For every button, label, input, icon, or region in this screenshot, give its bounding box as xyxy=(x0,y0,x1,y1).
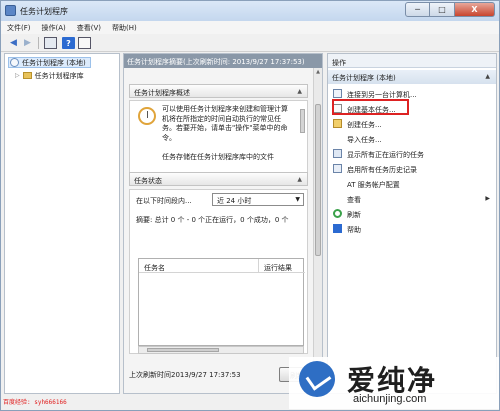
action-label: 导入任务... xyxy=(347,136,382,144)
action-label: 查看 xyxy=(347,196,361,204)
task-summary: 摘要: 总计 0 个 - 0 个正在运行，0 个成功，0 个 xyxy=(136,216,289,224)
clock-icon xyxy=(138,107,156,125)
summary-vertical-scrollbar[interactable]: ▲ ▼ xyxy=(313,68,322,393)
status-section-header[interactable]: 任务状态 ▲ xyxy=(129,172,308,186)
status-period-select[interactable]: 近 24 小时 ▼ xyxy=(212,193,304,206)
chevron-down-icon: ▼ xyxy=(295,196,300,203)
watermark: 爱纯净 aichunjing.com xyxy=(289,357,499,409)
actions-group-label: 任务计划程序 (本地) xyxy=(332,74,396,82)
tree-item-task-scheduler-local[interactable]: 任务计划程序 (本地) xyxy=(8,57,91,68)
menu-file[interactable]: 文件(F) xyxy=(1,21,36,34)
overview-scrollbar[interactable] xyxy=(300,109,305,133)
tree-item-label: 任务计划程序 (本地) xyxy=(22,58,86,67)
overview-title: 任务计划程序概述 xyxy=(134,89,190,97)
import-icon xyxy=(333,134,342,143)
summary-header: 任务计划程序摘要(上次刷新时间: 2013/9/27 17:37:53) xyxy=(124,54,322,68)
help-icon xyxy=(333,224,342,233)
submenu-arrow-icon: ▶ xyxy=(485,195,490,202)
toolbar-divider xyxy=(38,37,39,49)
action-show-running[interactable]: 显示所有正在运行的任务 xyxy=(328,147,496,160)
minimize-button[interactable]: ─ xyxy=(405,2,430,17)
footer-note: 百度经验: syh666166 xyxy=(3,399,67,406)
running-tasks-icon xyxy=(333,149,342,158)
menu-view[interactable]: 查看(V) xyxy=(71,21,106,34)
create-task-icon xyxy=(333,119,342,128)
status-period-label: 在以下时间段内... xyxy=(136,197,192,205)
collapse-icon[interactable]: ▲ xyxy=(297,176,302,183)
tree-item-task-library[interactable]: ▷ 任务计划程序库 xyxy=(15,70,84,81)
scrollbar-thumb[interactable] xyxy=(147,348,219,352)
action-help[interactable]: 帮助 xyxy=(328,222,496,235)
action-label: 显示所有正在运行的任务 xyxy=(347,151,424,159)
forward-arrow-icon[interactable]: ▶ xyxy=(21,37,34,49)
properties-icon[interactable] xyxy=(78,37,91,49)
expand-arrow-icon[interactable]: ▷ xyxy=(15,72,20,79)
column-header-task-name[interactable]: 任务名 xyxy=(139,259,259,273)
summary-pane: 任务计划程序摘要(上次刷新时间: 2013/9/27 17:37:53) 任务计… xyxy=(123,53,323,394)
action-label: 帮助 xyxy=(347,226,361,234)
collapse-icon[interactable]: ▲ xyxy=(485,73,490,80)
overview-description: 可以使用任务计划程序来创建和管理计算机将在所指定的时间自动执行的常见任务。若要开… xyxy=(162,105,288,142)
overview-text: 可以使用任务计划程序来创建和管理计算机将在所指定的时间自动执行的常见任务。若要开… xyxy=(162,105,294,162)
at-config-icon xyxy=(333,179,342,188)
scrollbar-thumb[interactable] xyxy=(315,104,321,256)
close-button[interactable]: X xyxy=(455,2,495,17)
overview-section-header[interactable]: 任务计划程序概述 ▲ xyxy=(129,84,308,98)
action-label: 刷新 xyxy=(347,211,361,219)
status-period-value: 近 24 小时 xyxy=(217,197,252,205)
table-horizontal-scrollbar[interactable] xyxy=(138,346,304,354)
column-header-run-result[interactable]: 运行结果 xyxy=(259,259,305,273)
brand-logo-icon xyxy=(299,361,335,397)
refresh-icon xyxy=(333,209,342,218)
task-scheduler-icon xyxy=(5,5,16,16)
help-icon[interactable]: ? xyxy=(62,37,75,49)
last-refresh-text: 上次刷新时间2013/9/27 17:37:53 xyxy=(129,371,241,379)
collapse-icon[interactable]: ▲ xyxy=(297,88,302,95)
status-title: 任务状态 xyxy=(134,177,162,185)
history-icon xyxy=(333,164,342,173)
task-scheduler-window: 任务计划程序 ─ □ X 文件(F) 操作(A) 查看(V) 帮助(H) ◀ ▶… xyxy=(0,0,500,411)
menu-bar: 文件(F) 操作(A) 查看(V) 帮助(H) xyxy=(1,21,499,34)
maximize-button[interactable]: □ xyxy=(430,2,455,17)
action-import-task[interactable]: 导入任务... xyxy=(328,132,496,145)
action-label: 创建任务... xyxy=(347,121,382,129)
view-icon xyxy=(333,194,342,203)
connect-icon xyxy=(333,89,342,98)
actions-group-header[interactable]: 任务计划程序 (本地) ▲ xyxy=(328,70,496,84)
actions-title: 操作 xyxy=(328,54,496,68)
action-at-config[interactable]: AT 服务帐户配置 xyxy=(328,177,496,190)
action-refresh[interactable]: 刷新 xyxy=(328,207,496,220)
overview-description-more: 任务存储在任务计划程序库中的文件 xyxy=(162,152,274,161)
back-arrow-icon[interactable]: ◀ xyxy=(7,37,20,49)
window-title: 任务计划程序 xyxy=(20,7,68,16)
action-create-task[interactable]: 创建任务... xyxy=(328,117,496,130)
annotation-highlight-box xyxy=(332,99,409,115)
clock-icon xyxy=(10,58,19,67)
action-enable-history[interactable]: 启用所有任务历史记录 xyxy=(328,162,496,175)
menu-action[interactable]: 操作(A) xyxy=(36,21,71,34)
navigation-tree: 任务计划程序 (本地) ▷ 任务计划程序库 xyxy=(4,53,120,394)
title-bar[interactable]: 任务计划程序 ─ □ X xyxy=(1,1,499,21)
show-hide-pane-icon[interactable] xyxy=(44,37,57,49)
action-label: 启用所有任务历史记录 xyxy=(347,166,417,174)
menu-help[interactable]: 帮助(H) xyxy=(106,21,142,34)
task-status-table: 任务名 运行结果 xyxy=(138,258,305,346)
action-view[interactable]: 查看 ▶ xyxy=(328,192,496,205)
action-label: AT 服务帐户配置 xyxy=(347,181,400,189)
toolbar: ◀ ▶ ? xyxy=(1,34,499,52)
window-controls: ─ □ X xyxy=(405,2,495,17)
scroll-up-arrow-icon[interactable]: ▲ xyxy=(315,69,321,75)
watermark-url: aichunjing.com xyxy=(353,393,427,405)
folder-icon xyxy=(22,72,32,79)
tree-item-label: 任务计划程序库 xyxy=(34,71,84,80)
